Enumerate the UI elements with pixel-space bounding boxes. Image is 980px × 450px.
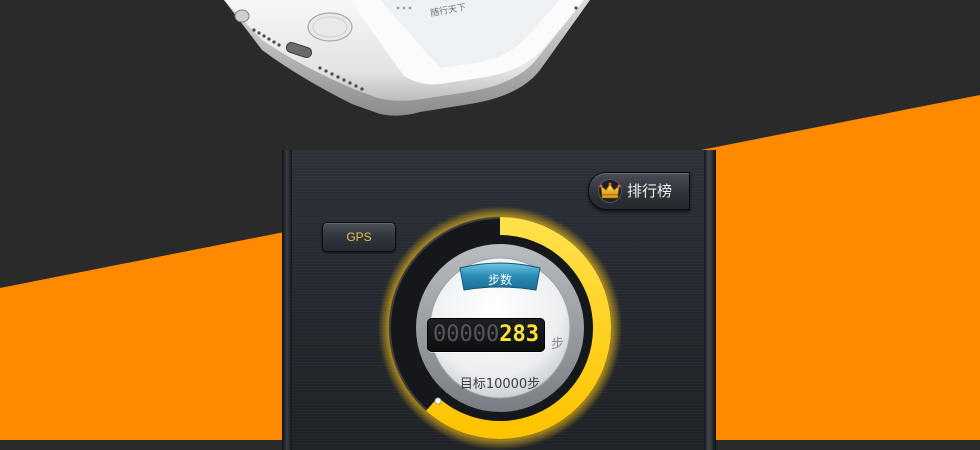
leaderboard-label: 排行榜	[627, 182, 673, 200]
step-unit: 步	[551, 337, 565, 352]
counter-value: 283	[499, 322, 539, 347]
crown-icon	[598, 179, 622, 203]
phone-top-partial	[224, 0, 590, 116]
step-counter-display: 00000283	[427, 318, 545, 352]
leaderboard-button[interactable]: 排行榜	[588, 172, 690, 210]
phone-bezel-right	[704, 150, 716, 450]
phone-bezel-left	[282, 150, 292, 450]
step-goal: 目标10000步	[459, 377, 541, 392]
counter-padding: 00000	[433, 322, 500, 347]
step-tab-label: 步数	[487, 273, 512, 287]
